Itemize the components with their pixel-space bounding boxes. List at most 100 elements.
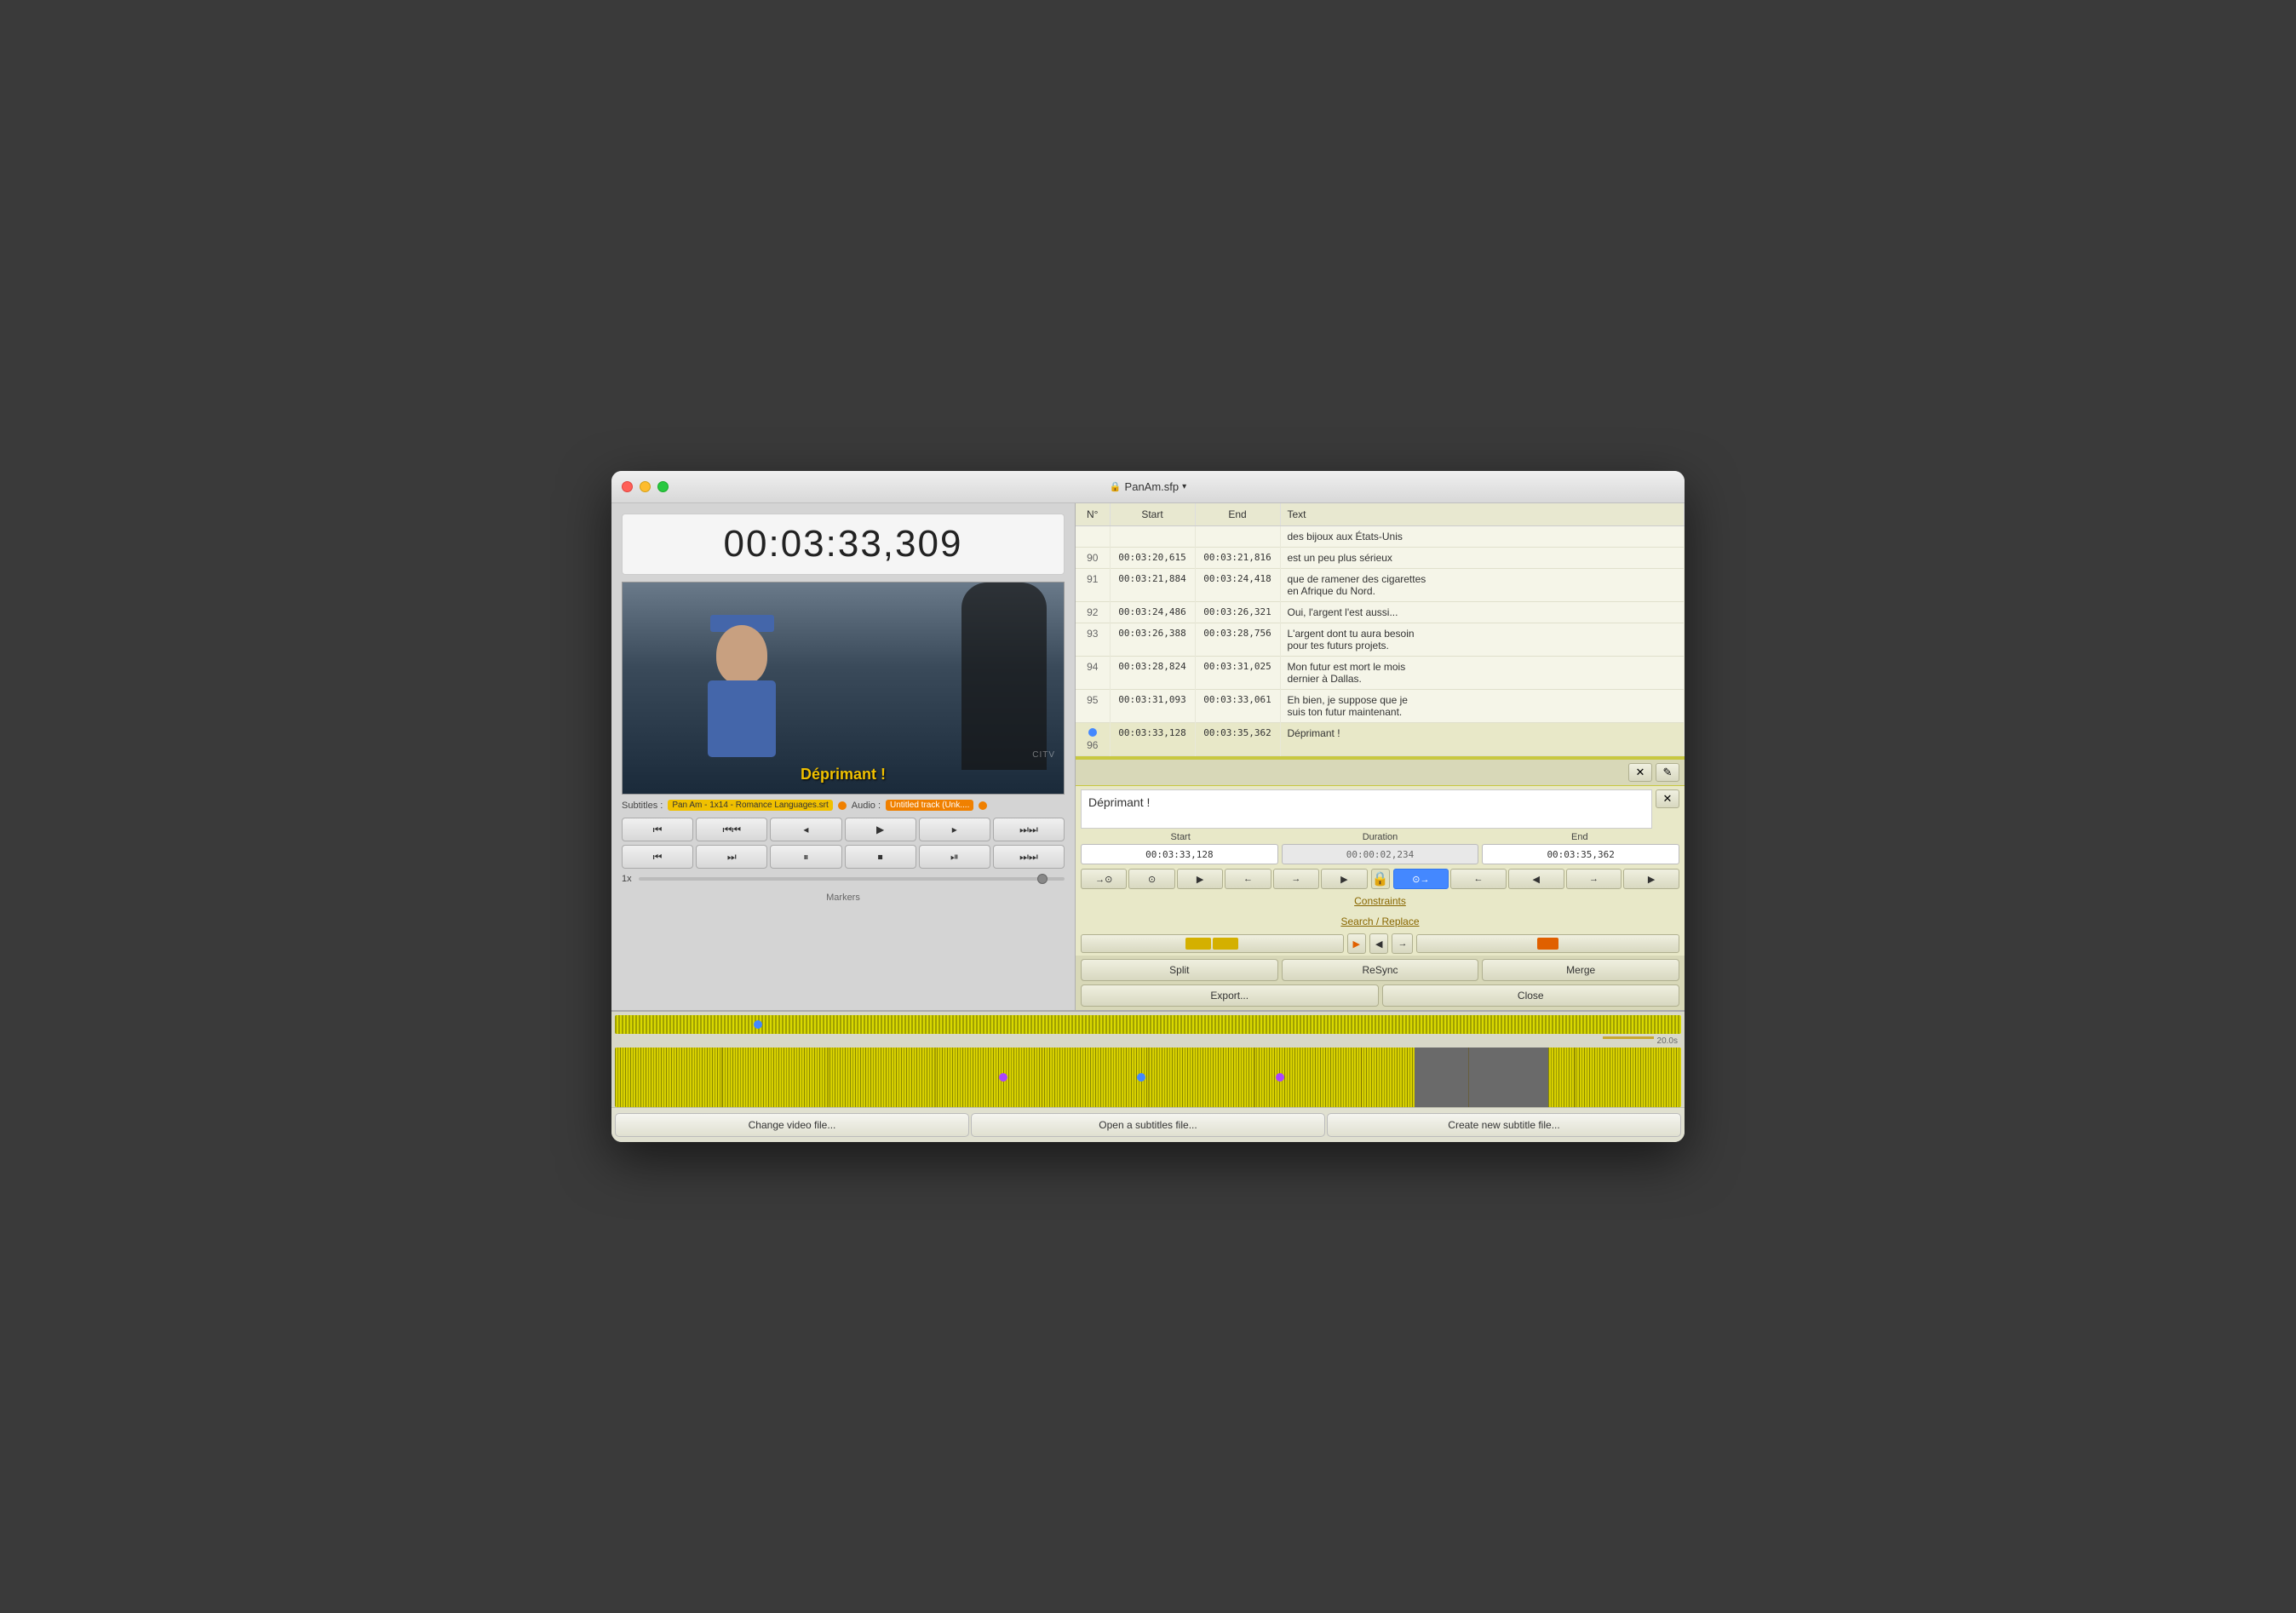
right-marker-bar: [1416, 934, 1679, 953]
table-row[interactable]: 9500:03:31,09300:03:33,061Eh bien, je su…: [1076, 690, 1685, 723]
cell-num: [1076, 526, 1110, 548]
waveform-yellow-right: [1548, 1048, 1682, 1107]
cell-end: 00:03:28,756: [1195, 623, 1280, 657]
play-button[interactable]: ▶: [845, 818, 916, 841]
change-video-button[interactable]: Change video file...: [615, 1113, 969, 1137]
audio-file-badge[interactable]: Untitled track (Unk....: [886, 800, 973, 811]
play-start-btn[interactable]: ▶: [1321, 869, 1367, 889]
pause-button[interactable]: ⏸: [770, 845, 841, 869]
cell-end: [1195, 526, 1280, 548]
action-row-2: Export... Close: [1081, 984, 1679, 1007]
col-num: N°: [1076, 503, 1110, 526]
skip-to-start-button[interactable]: ⏮: [622, 818, 693, 841]
merge-button[interactable]: Merge: [1482, 959, 1679, 981]
cell-start: 00:03:26,388: [1110, 623, 1195, 657]
transport-controls: ⏮ ⏮⏮ ◂ ▶ ▸ ⏭⏭ ⏮ ⏭ ⏸ ⏹ ⏯ ⏭⏭: [622, 818, 1065, 908]
waveform-mini-bg: [615, 1015, 1681, 1034]
forward-start-btn[interactable]: →: [1273, 869, 1319, 889]
cell-num: 93: [1076, 623, 1110, 657]
right-marker-btn[interactable]: →: [1392, 933, 1413, 954]
figure-left: [674, 600, 827, 770]
waveform-section: 20.0s: [611, 1010, 1685, 1107]
step-forward-button[interactable]: ▸: [919, 818, 990, 841]
left-marker-yellow2: [1213, 938, 1238, 950]
maximize-button[interactable]: [657, 481, 669, 492]
cell-text: Mon futur est mort le mois dernier à Dal…: [1280, 657, 1685, 690]
forward-end-btn[interactable]: →: [1566, 869, 1622, 889]
next-frame-button[interactable]: ⏯: [919, 845, 990, 869]
open-subtitles-button[interactable]: Open a subtitles file...: [971, 1113, 1325, 1137]
next-subtitle-button[interactable]: ⏭⏭: [993, 845, 1065, 869]
cell-text: Oui, l'argent l'est aussi...: [1280, 602, 1685, 623]
cell-start: 00:03:20,615: [1110, 548, 1195, 569]
transport-row-1: ⏮ ⏮⏮ ◂ ▶ ▸ ⏭⏭: [622, 818, 1065, 841]
left-sync-group: →⊙ ⊙ ▶ ← → ▶: [1081, 869, 1368, 889]
waveform-main[interactable]: [615, 1048, 1681, 1107]
cell-end: 00:03:33,061: [1195, 690, 1280, 723]
col-text: Text: [1280, 503, 1685, 526]
edit-icon-button[interactable]: ✎: [1656, 763, 1679, 782]
back-start-btn[interactable]: ←: [1225, 869, 1271, 889]
subtitles-file-badge[interactable]: Pan Am - 1x14 - Romance Languages.srt: [668, 800, 832, 811]
table-row[interactable]: des bijoux aux États-Unis: [1076, 526, 1685, 548]
back-end-btn[interactable]: ←: [1450, 869, 1507, 889]
text-delete-button[interactable]: ✕: [1656, 789, 1679, 808]
stop-button[interactable]: ⏹: [845, 845, 916, 869]
main-window: 🔒 PanAm.sfp ▾ 00:03:33,309: [611, 471, 1685, 1142]
minimize-button[interactable]: [640, 481, 651, 492]
cell-num: 91: [1076, 569, 1110, 602]
create-subtitle-button[interactable]: Create new subtitle file...: [1327, 1113, 1681, 1137]
go-to-end-btn[interactable]: ⊙→: [1393, 869, 1449, 889]
table-row[interactable]: 9400:03:28,82400:03:31,025Mon futur est …: [1076, 657, 1685, 690]
close-button-action[interactable]: Close: [1382, 984, 1680, 1007]
speed-slider[interactable]: [639, 877, 1065, 881]
rewind-button[interactable]: ⏮⏮: [696, 818, 767, 841]
table-row[interactable]: 9100:03:21,88400:03:24,418que de ramener…: [1076, 569, 1685, 602]
video-subtitle: Déprimant !: [801, 766, 886, 784]
step-back-button[interactable]: ◂: [770, 818, 841, 841]
play-end-btn[interactable]: ▶: [1623, 869, 1679, 889]
table-row[interactable]: 9000:03:20,61500:03:21,816est un peu plu…: [1076, 548, 1685, 569]
prev-end-btn[interactable]: ◀: [1508, 869, 1564, 889]
play-from-start-btn[interactable]: ▶: [1177, 869, 1223, 889]
close-button[interactable]: [622, 481, 633, 492]
active-dot: [1088, 728, 1097, 737]
cell-end: 00:03:24,418: [1195, 569, 1280, 602]
action-row-1: Split ReSync Merge: [1081, 959, 1679, 981]
lock-sync-icon: 🔒: [1371, 869, 1390, 889]
subtitles-label: Subtitles :: [622, 801, 663, 811]
audio-dot: [979, 801, 987, 810]
prev-frame-button[interactable]: ⏭: [696, 845, 767, 869]
timing-labels-row: Start Duration End: [1076, 830, 1685, 844]
figure-right: [961, 583, 1047, 770]
cell-num: 90: [1076, 548, 1110, 569]
back-marker-btn[interactable]: ◀: [1369, 933, 1388, 954]
split-button[interactable]: Split: [1081, 959, 1278, 981]
right-sync-group: ⊙→ ← ◀ → ▶: [1393, 869, 1680, 889]
go-to-start-btn[interactable]: →⊙: [1081, 869, 1127, 889]
window-title-text: PanAm.sfp: [1125, 480, 1180, 493]
delete-icon-button[interactable]: ✕: [1628, 763, 1652, 782]
subtitle-text-input[interactable]: Déprimant !: [1081, 789, 1652, 829]
set-start-btn[interactable]: ⊙: [1128, 869, 1174, 889]
cell-end: 00:03:35,362: [1195, 723, 1280, 756]
cell-text: que de ramener des cigarettes en Afrique…: [1280, 569, 1685, 602]
cell-num: 94: [1076, 657, 1110, 690]
toolbar-row: ✕ ✎: [1076, 760, 1685, 786]
table-row[interactable]: 9200:03:24,48600:03:26,321Oui, l'argent …: [1076, 602, 1685, 623]
constraints-link[interactable]: Constraints: [1354, 895, 1406, 907]
resync-button[interactable]: ReSync: [1282, 959, 1479, 981]
search-replace-link[interactable]: Search / Replace: [1340, 916, 1419, 927]
waveform-marker-purple-1: [999, 1073, 1007, 1082]
waveform-position-dot: [754, 1020, 762, 1029]
export-button[interactable]: Export...: [1081, 984, 1379, 1007]
start-time-input[interactable]: [1081, 844, 1278, 864]
play-marker-btn[interactable]: ▶: [1347, 933, 1366, 954]
table-row[interactable]: 9600:03:33,12800:03:35,362Déprimant !: [1076, 723, 1685, 756]
titlebar-title: 🔒 PanAm.sfp ▾: [1110, 480, 1186, 493]
waveform-mini[interactable]: [615, 1015, 1681, 1034]
prev-subtitle-button[interactable]: ⏮: [622, 845, 693, 869]
fast-forward-button[interactable]: ⏭⏭: [993, 818, 1065, 841]
end-time-input[interactable]: [1482, 844, 1679, 864]
table-row[interactable]: 9300:03:26,38800:03:28,756L'argent dont …: [1076, 623, 1685, 657]
